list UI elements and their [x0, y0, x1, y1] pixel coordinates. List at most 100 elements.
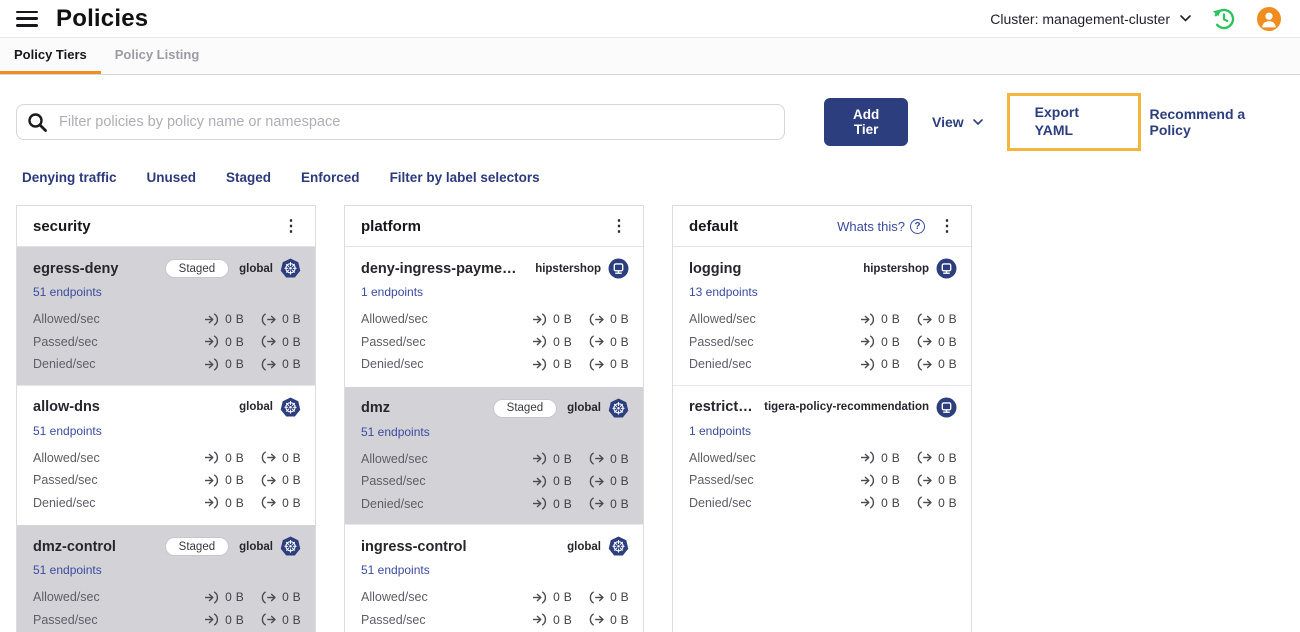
- policy-scope-label: global: [567, 540, 601, 553]
- traffic-in-icon: [533, 358, 547, 371]
- tier-name: platform: [361, 218, 421, 235]
- tier-column-platform: platform ? ⋮ deny-ingress-paymentservi… …: [344, 205, 644, 632]
- kebab-menu-icon[interactable]: ⋮: [279, 218, 303, 235]
- metric-out-value: 0 B: [282, 590, 301, 605]
- metric-label: Allowed/sec: [361, 590, 428, 605]
- metric-in-value: 0 B: [881, 495, 901, 510]
- user-avatar-icon[interactable]: [1256, 6, 1282, 32]
- global-scope-icon: [608, 536, 629, 556]
- tier-board: security ? ⋮ egress-deny Staged global: [16, 205, 1300, 632]
- metric-label: Denied/sec: [361, 357, 424, 372]
- metric-row: Passed/sec 0 B 0 B: [361, 470, 629, 493]
- traffic-out-icon: [261, 474, 276, 487]
- kebab-menu-icon[interactable]: ⋮: [607, 218, 631, 235]
- metric-out-value: 0 B: [938, 473, 957, 488]
- tier-name: security: [33, 218, 91, 235]
- filter-link-unused[interactable]: Unused: [147, 170, 197, 185]
- export-yaml-button[interactable]: Export YAML: [1006, 93, 1142, 151]
- metric-label: Passed/sec: [361, 612, 426, 627]
- tier-header: security ? ⋮: [17, 206, 315, 247]
- policy-scope-label: tigera-policy-recommendation: [764, 401, 929, 413]
- namespace-scope-icon: [936, 258, 957, 279]
- recommend-policy-button[interactable]: Recommend a Policy: [1149, 106, 1278, 138]
- metric-in-value: 0 B: [553, 496, 573, 511]
- traffic-in-icon: [861, 451, 875, 464]
- filter-link-denying-traffic[interactable]: Denying traffic: [22, 170, 117, 185]
- traffic-in-icon: [533, 591, 547, 604]
- policy-card[interactable]: logging hipstershop 13 endpoints Allowed…: [673, 247, 971, 385]
- policy-card[interactable]: restricted tigera-policy-recommendation: [673, 384, 971, 523]
- chevron-down-icon: [1180, 15, 1191, 22]
- policy-metrics: Allowed/sec 0 B 0 B Passed/sec: [361, 448, 629, 516]
- metric-out-value: 0 B: [282, 334, 301, 349]
- namespace-scope-icon: [936, 397, 957, 417]
- endpoints-link[interactable]: 51 endpoints: [33, 424, 102, 438]
- metric-row: Passed/sec 0 B 0 B: [689, 331, 957, 354]
- namespace-scope-icon: [608, 258, 629, 279]
- metric-out-value: 0 B: [938, 495, 957, 510]
- kebab-menu-icon[interactable]: ⋮: [935, 218, 959, 235]
- policy-card[interactable]: egress-deny Staged global 51 endpoints A…: [17, 247, 315, 385]
- global-scope-icon: [280, 258, 301, 278]
- tab-policy-listing[interactable]: Policy Listing: [101, 38, 214, 74]
- tier-cards: egress-deny Staged global 51 endpoints A…: [17, 247, 315, 632]
- metric-label: Passed/sec: [689, 334, 754, 349]
- chevron-down-icon: [972, 118, 983, 125]
- tier-column-security: security ? ⋮ egress-deny Staged global: [16, 205, 316, 632]
- tab-policy-tiers[interactable]: Policy Tiers: [0, 38, 101, 74]
- metric-out-value: 0 B: [610, 312, 629, 327]
- tab-bar: Policy Tiers Policy Listing: [0, 38, 1300, 75]
- metric-row: Allowed/sec 0 B 0 B: [361, 448, 629, 471]
- policy-card[interactable]: dmz Staged global 51 endpoints Allowed/s…: [345, 384, 643, 524]
- metric-in-value: 0 B: [553, 312, 573, 327]
- traffic-out-icon: [589, 335, 604, 348]
- metric-label: Denied/sec: [33, 357, 96, 372]
- metric-row: Denied/sec 0 B 0 B: [361, 493, 629, 516]
- add-tier-button[interactable]: Add Tier: [824, 98, 909, 146]
- metric-row: Allowed/sec 0 B 0 B: [361, 308, 629, 331]
- endpoints-link[interactable]: 1 endpoints: [689, 424, 751, 438]
- endpoints-link[interactable]: 51 endpoints: [361, 425, 430, 439]
- traffic-out-icon: [589, 475, 604, 488]
- endpoints-link[interactable]: 51 endpoints: [33, 285, 102, 299]
- policy-name: deny-ingress-paymentservi…: [361, 260, 525, 277]
- policy-card[interactable]: allow-dns global 51 endpoints Allowed/se…: [17, 384, 315, 523]
- metric-row: Allowed/sec 0 B 0 B: [361, 586, 629, 609]
- metric-out-value: 0 B: [938, 450, 957, 465]
- history-icon[interactable]: [1211, 6, 1236, 31]
- policy-card[interactable]: deny-ingress-paymentservi… hipstershop: [345, 247, 643, 385]
- staged-badge: Staged: [492, 398, 558, 418]
- metric-out-value: 0 B: [610, 590, 629, 605]
- policy-card[interactable]: ingress-control global 51 endpoints Allo…: [345, 524, 643, 632]
- metric-in-value: 0 B: [553, 357, 573, 372]
- traffic-in-icon: [205, 358, 219, 371]
- cluster-selector[interactable]: Cluster: management-cluster: [990, 11, 1191, 27]
- traffic-out-icon: [261, 613, 276, 626]
- view-dropdown-button[interactable]: View: [932, 114, 983, 130]
- metric-row: Allowed/sec 0 B 0 B: [689, 447, 957, 470]
- view-label: View: [932, 114, 964, 130]
- policy-filter-input[interactable]: [16, 104, 786, 140]
- menu-icon[interactable]: [16, 10, 38, 27]
- metric-label: Allowed/sec: [33, 590, 100, 605]
- policy-scope-label: global: [239, 540, 273, 553]
- filter-link-filter-by-label-selectors[interactable]: Filter by label selectors: [390, 170, 540, 185]
- filter-link-staged[interactable]: Staged: [226, 170, 271, 185]
- tier-header: default Whats this? ? ⋮: [673, 206, 971, 247]
- help-icon: ?: [910, 219, 925, 234]
- endpoints-link[interactable]: 13 endpoints: [689, 285, 758, 299]
- tier-cards: logging hipstershop 13 endpoints Allowed…: [673, 247, 971, 523]
- metric-in-value: 0 B: [225, 612, 245, 627]
- whats-this-link[interactable]: Whats this? ?: [837, 219, 925, 234]
- filter-link-enforced[interactable]: Enforced: [301, 170, 360, 185]
- metric-label: Passed/sec: [33, 612, 98, 627]
- traffic-in-icon: [861, 358, 875, 371]
- traffic-out-icon: [589, 452, 604, 465]
- endpoints-link[interactable]: 51 endpoints: [361, 563, 430, 577]
- metric-in-value: 0 B: [553, 612, 573, 627]
- policy-card[interactable]: dmz-control Staged global 51 endpoints A…: [17, 523, 315, 632]
- traffic-out-icon: [589, 313, 604, 326]
- metric-label: Denied/sec: [689, 357, 752, 372]
- endpoints-link[interactable]: 51 endpoints: [33, 563, 102, 577]
- endpoints-link[interactable]: 1 endpoints: [361, 285, 423, 299]
